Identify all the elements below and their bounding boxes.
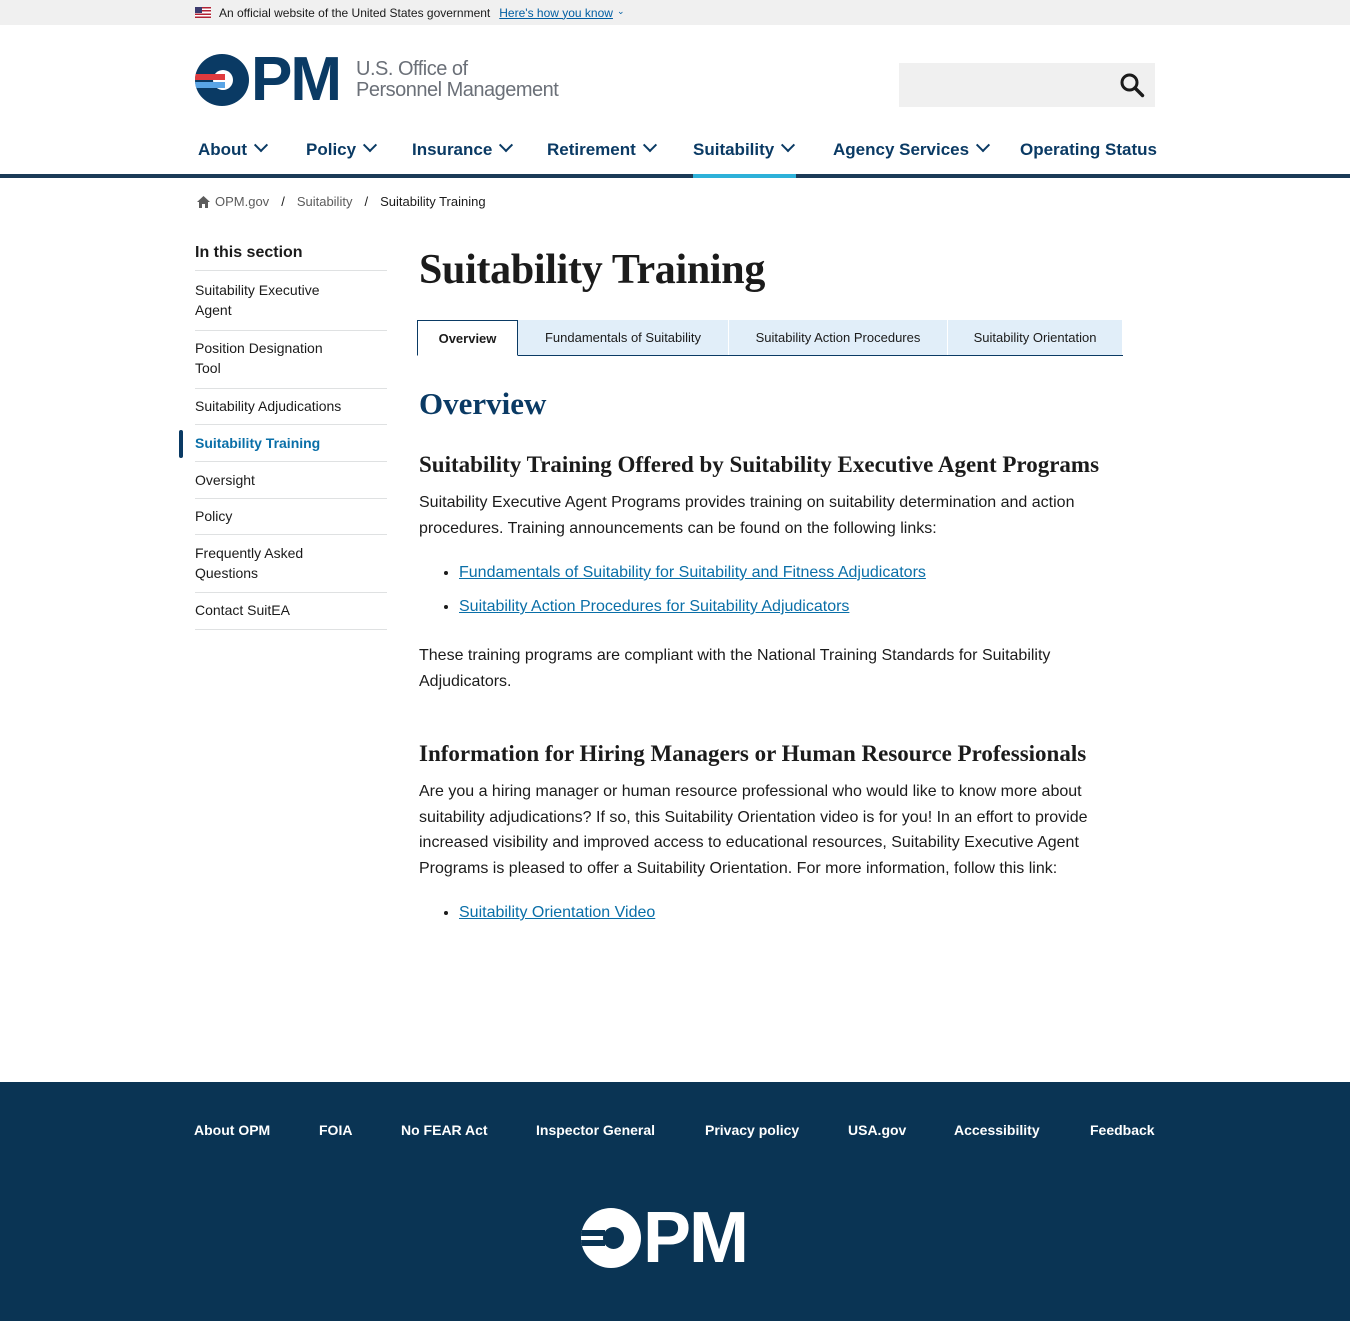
tab-overview[interactable]: Overview (417, 320, 518, 356)
heading-hiring-managers: Information for Hiring Managers or Human… (419, 741, 1087, 766)
paragraph-hiring-managers: Are you a hiring manager or human resour… (419, 783, 1088, 877)
gov-banner-text: An official website of the United States… (219, 5, 491, 20)
logo-line2: Personnel Management (356, 79, 559, 101)
logo-line1: U.S. Office of (356, 58, 468, 80)
orientation-links-list: Suitability Orientation Video (419, 901, 1124, 925)
list-item: Fundamentals of Suitability for Suitabil… (459, 561, 1124, 585)
chevron-down-icon (254, 138, 269, 153)
breadcrumb-current: Suitability Training (380, 194, 486, 209)
sidebar-item-contact-suitea[interactable]: Contact SuitEA (195, 593, 387, 630)
footer-link-no-fear-act[interactable]: No FEAR Act (401, 1122, 488, 1138)
logo-letters: PM (251, 45, 342, 114)
link-suitability-action-procedures[interactable]: Suitability Action Procedures for Suitab… (459, 598, 849, 615)
heading-training-offered: Suitability Training Offered by Suitabil… (419, 452, 1100, 477)
section-sidebar: In this section Suitability Executive Ag… (179, 244, 387, 630)
footer-link-foia[interactable]: FOIA (319, 1122, 352, 1138)
nav-suitability[interactable]: Suitability (693, 138, 797, 178)
training-links-list: Fundamentals of Suitability for Suitabil… (419, 561, 1124, 619)
link-suitability-orientation-video[interactable]: Suitability Orientation Video (459, 904, 655, 921)
heres-how-you-know-link[interactable]: Here's how you know (499, 6, 613, 20)
list-item: Suitability Orientation Video (459, 901, 1124, 925)
nav-policy[interactable]: Policy (306, 138, 378, 174)
footer-logo-letters: PM (643, 1198, 749, 1278)
sidebar-item-suitability-adjudications[interactable]: Suitability Adjudications (195, 389, 387, 425)
search-icon[interactable] (1119, 72, 1145, 98)
opm-o-mark-icon (195, 54, 249, 106)
sidebar-item-oversight[interactable]: Oversight (195, 462, 387, 499)
us-flag-icon (195, 7, 211, 18)
footer: About OPM FOIA No FEAR Act Inspector Gen… (0, 1082, 1350, 1321)
opm-o-mark-icon (581, 1208, 641, 1268)
nav-retirement[interactable]: Retirement (547, 138, 657, 174)
nav-about[interactable]: About (198, 138, 269, 174)
footer-link-usa-gov[interactable]: USA.gov (848, 1122, 906, 1138)
sidebar-item-suitability-training[interactable]: Suitability Training (179, 425, 387, 462)
breadcrumb-separator: / (281, 194, 285, 209)
chevron-down-icon (781, 138, 796, 153)
main-nav: About Policy Insurance Retirement Suitab… (0, 130, 1350, 178)
sidebar-heading: In this section (195, 244, 387, 271)
sidebar-item-faq[interactable]: Frequently Asked Questions (195, 535, 387, 593)
page-title: Suitability Training (419, 247, 766, 293)
chevron-down-icon[interactable]: ⌄ (617, 6, 625, 17)
nav-operating-status[interactable]: Operating Status (1020, 140, 1157, 174)
gov-banner: An official website of the United States… (0, 0, 1350, 25)
tab-suitability-action-procedures[interactable]: Suitability Action Procedures (729, 320, 948, 355)
footer-link-accessibility[interactable]: Accessibility (954, 1122, 1040, 1138)
nav-insurance[interactable]: Insurance (412, 138, 514, 174)
sidebar-item-suitability-executive-agent[interactable]: Suitability Executive Agent (195, 271, 387, 331)
tab-suitability-orientation[interactable]: Suitability Orientation (948, 320, 1123, 355)
footer-link-feedback[interactable]: Feedback (1090, 1122, 1155, 1138)
chevron-down-icon (976, 138, 991, 153)
footer-link-about-opm[interactable]: About OPM (194, 1122, 270, 1138)
chevron-down-icon (499, 138, 514, 153)
nav-agency-services[interactable]: Agency Services (833, 138, 991, 174)
link-fundamentals-of-suitability[interactable]: Fundamentals of Suitability for Suitabil… (459, 564, 926, 581)
sidebar-item-policy[interactable]: Policy (195, 499, 387, 535)
footer-link-privacy-policy[interactable]: Privacy policy (705, 1122, 799, 1138)
list-item: Suitability Action Procedures for Suitab… (459, 595, 1124, 619)
tab-panel: Suitability Training Offered by Suitabil… (419, 450, 1124, 935)
footer-opm-logo[interactable]: PM (581, 1198, 749, 1278)
chevron-down-icon (642, 138, 657, 153)
breadcrumb-separator: / (364, 194, 369, 209)
tab-bar: Overview Fundamentals of Suitability Sui… (417, 320, 1123, 356)
main-content: Suitability Training Overview Fundamenta… (417, 244, 1124, 921)
sidebar-item-position-designation-tool[interactable]: Position Designation Tool (195, 331, 387, 389)
footer-link-inspector-general[interactable]: Inspector General (536, 1122, 655, 1138)
breadcrumb: OPM.gov / Suitability / Suitability Trai… (196, 194, 486, 209)
section-title: Overview (419, 386, 547, 421)
chevron-down-icon (363, 138, 378, 153)
opm-logo[interactable]: PM U.S. Office of Personnel Management (195, 45, 559, 114)
tab-fundamentals-of-suitability[interactable]: Fundamentals of Suitability (518, 320, 729, 355)
paragraph-intro: Suitability Executive Agent Programs pro… (419, 494, 1075, 537)
breadcrumb-parent[interactable]: Suitability (297, 194, 353, 209)
search-box (899, 63, 1155, 107)
home-icon (197, 195, 210, 208)
breadcrumb-home[interactable]: OPM.gov (215, 194, 269, 209)
paragraph-compliance: These training programs are compliant wi… (419, 647, 1051, 690)
search-input[interactable] (899, 63, 1099, 107)
